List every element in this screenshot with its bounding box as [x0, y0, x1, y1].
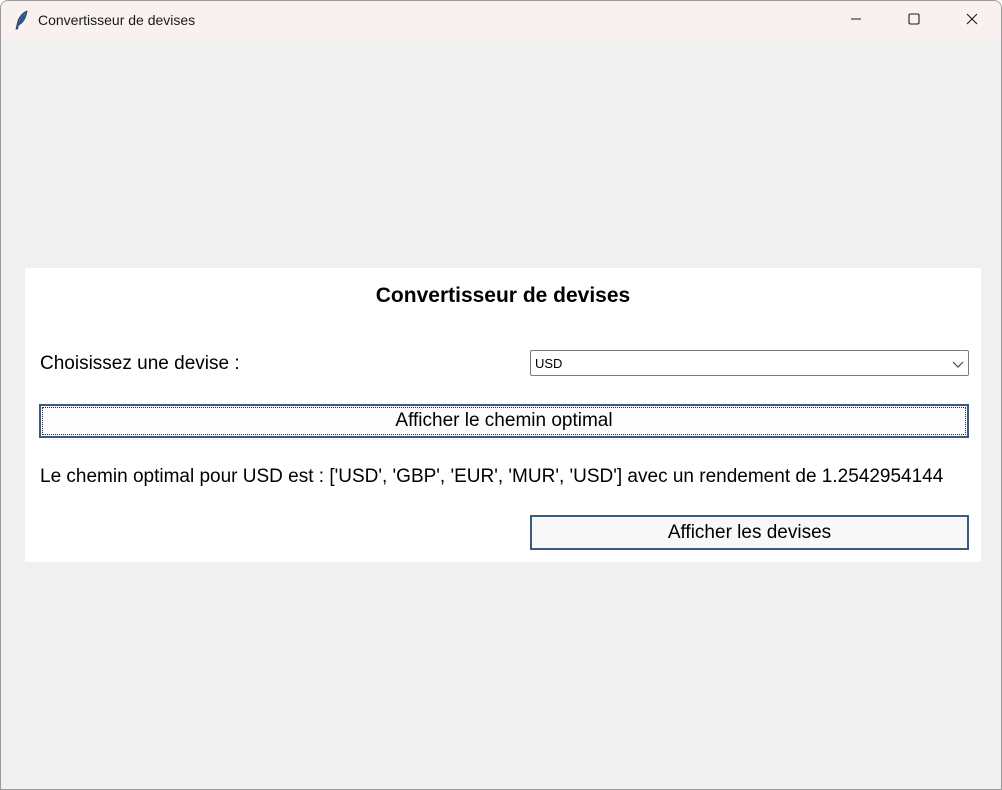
- show-currencies-button[interactable]: Afficher les devises: [530, 515, 969, 550]
- page-title: Convertisseur de devises: [375, 284, 631, 307]
- maximize-icon: [908, 12, 920, 30]
- show-currencies-label: Afficher les devises: [667, 521, 832, 543]
- title-bar[interactable]: Convertisseur de devises: [1, 1, 1001, 40]
- minimize-icon: [850, 12, 862, 30]
- currency-select-value: USD: [535, 356, 563, 371]
- converter-panel: Convertisseur de devises Choisissez une …: [25, 268, 981, 562]
- currency-select[interactable]: USD: [530, 350, 969, 376]
- chevron-down-icon[interactable]: [951, 357, 965, 371]
- show-optimal-path-button[interactable]: Afficher le chemin optimal: [39, 404, 969, 438]
- maximize-button[interactable]: [885, 1, 943, 40]
- close-icon: [966, 12, 978, 30]
- feather-icon: [13, 10, 31, 30]
- focus-ring: [42, 407, 966, 435]
- currency-label: Choisissez une devise :: [40, 353, 240, 374]
- result-text: Le chemin optimal pour USD est : ['USD',…: [40, 466, 944, 487]
- close-button[interactable]: [943, 1, 1001, 40]
- app-window: Convertisseur de devises Convertisseur d…: [0, 0, 1002, 790]
- window-title: Convertisseur de devises: [38, 12, 196, 28]
- minimize-button[interactable]: [827, 1, 885, 40]
